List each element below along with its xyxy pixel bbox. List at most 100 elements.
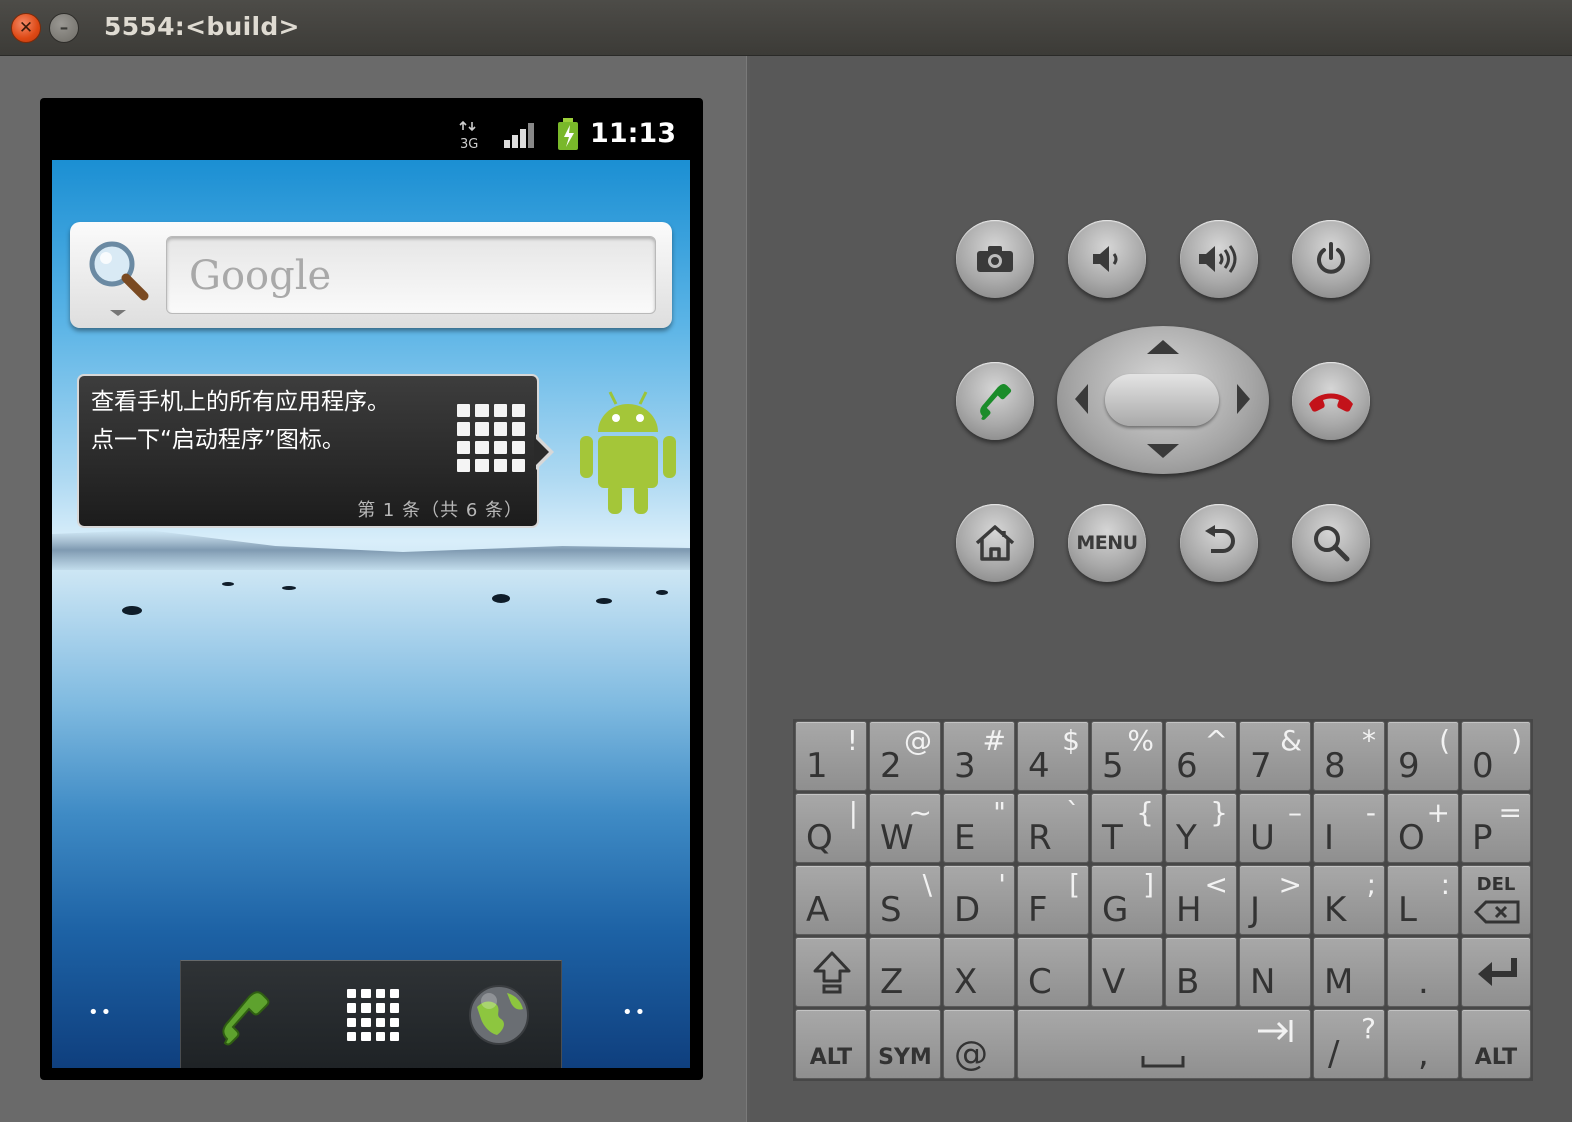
key-9[interactable]: 9( [1387,721,1459,791]
key-alt-right[interactable]: ALT [1461,1009,1531,1079]
key-slash[interactable]: /? [1313,1009,1385,1079]
status-time: 11:13 [590,118,676,149]
key-3[interactable]: 3 # [943,721,1015,791]
key-e[interactable]: E " [943,793,1015,863]
key-o[interactable]: O + [1387,793,1459,863]
page-indicator-right[interactable]: •• [622,1002,647,1023]
key-at[interactable]: @ [943,1009,1015,1079]
key-main-label: I [1324,818,1335,858]
menu-label: MENU [1076,532,1138,554]
home-screen[interactable]: Google 查看手机上的所有应用程序。 点一下“启动程序”图标。 第 1 条（… [52,160,690,1068]
wallpaper-mountains [52,530,690,570]
call-button[interactable] [956,362,1034,440]
key-m[interactable]: M [1313,937,1385,1007]
key-p[interactable]: P = [1461,793,1531,863]
key-k[interactable]: K; [1313,865,1385,935]
key-main-label: F [1028,890,1048,930]
key-u[interactable]: U – [1239,793,1311,863]
search-icon [1314,526,1350,562]
window-close-button[interactable]: ✕ [11,13,41,43]
home-button[interactable] [956,504,1034,582]
key-sym[interactable]: SYM [869,1009,941,1079]
key-main-label: G [1102,890,1129,930]
dpad[interactable] [1057,326,1269,474]
launcher-grid-icon[interactable] [347,989,399,1041]
end-call-button[interactable] [1292,362,1370,440]
key-alt-label: – [1288,796,1302,829]
key-main-label: 2 [880,746,902,786]
key-main-label: 8 [1324,746,1346,786]
back-button[interactable] [1180,504,1258,582]
key-r[interactable]: R ` [1017,793,1089,863]
key-j[interactable]: J > [1239,865,1311,935]
key-z[interactable]: Z [869,937,941,1007]
key-8[interactable]: 8 * [1313,721,1385,791]
home-icon [975,525,1015,561]
android-robot-icon[interactable] [576,386,680,516]
key-main-label: J [1250,890,1261,930]
key-n[interactable]: N [1239,937,1311,1007]
key-6[interactable]: 6 ^ [1165,721,1237,791]
key-main-label: 7 [1250,746,1272,786]
key-alt-label: ; [1366,868,1376,901]
key-h[interactable]: H < [1165,865,1237,935]
hint-page-count: 第 1 条（共 6 条） [357,500,523,521]
volume-up-button[interactable] [1180,220,1258,298]
key-enter[interactable] [1461,937,1531,1007]
battery-charging-icon [558,118,578,150]
magnifier-icon[interactable] [84,236,154,316]
key-2[interactable]: 2 @ [869,721,941,791]
key-q[interactable]: Q | [795,793,867,863]
key-g[interactable]: G] [1091,865,1163,935]
key-comma[interactable]: , [1387,1009,1459,1079]
power-button[interactable] [1292,220,1370,298]
key-4[interactable]: 4 $ [1017,721,1089,791]
menu-button[interactable]: MENU [1068,504,1146,582]
dpad-left-arrow[interactable] [1075,384,1088,414]
status-bar: 3G 11:13 [52,106,690,160]
key-s[interactable]: S \ [869,865,941,935]
wallpaper-rock [596,598,612,604]
key-alt-label: % [1127,724,1154,757]
search-button[interactable] [1292,504,1370,582]
volume-down-button[interactable] [1068,220,1146,298]
key-space[interactable] [1017,1009,1311,1079]
key-1[interactable]: 1! [795,721,867,791]
key-a[interactable]: A [795,865,867,935]
key-d[interactable]: D ' [943,865,1015,935]
key-period[interactable]: . [1387,937,1459,1007]
key-main-label: , [1418,1034,1429,1074]
dpad-right-arrow[interactable] [1237,384,1250,414]
browser-globe-icon[interactable] [467,983,531,1047]
camera-button[interactable] [956,220,1034,298]
key-0[interactable]: 0) [1461,721,1531,791]
page-indicator-left[interactable]: •• [88,1002,113,1023]
key-y[interactable]: Y} [1165,793,1237,863]
key-5[interactable]: 5% [1091,721,1163,791]
key-t[interactable]: T{ [1091,793,1163,863]
key-7[interactable]: 7 & [1239,721,1311,791]
key-b[interactable]: B [1165,937,1237,1007]
key-main-label: R [1028,818,1052,858]
dpad-down-arrow[interactable] [1147,444,1179,458]
key-c[interactable]: C [1017,937,1089,1007]
dpad-up-arrow[interactable] [1147,340,1179,354]
launcher-hint-bubble[interactable]: 查看手机上的所有应用程序。 点一下“启动程序”图标。 第 1 条（共 6 条） [77,374,539,528]
key-f[interactable]: F[ [1017,865,1089,935]
key-alt-left[interactable]: ALT [795,1009,867,1079]
google-search-widget[interactable]: Google [70,222,672,328]
key-v[interactable]: V [1091,937,1163,1007]
window-minimize-button[interactable]: – [49,13,79,43]
search-input[interactable]: Google [166,236,656,314]
key-del[interactable]: DEL [1461,865,1531,935]
key-main-label: H [1176,890,1202,930]
key-x[interactable]: X [943,937,1015,1007]
key-i[interactable]: I- [1313,793,1385,863]
phone-icon[interactable] [213,985,277,1049]
key-alt-label: | [848,796,858,829]
key-shift[interactable] [795,937,867,1007]
key-l[interactable]: L: [1387,865,1459,935]
key-w[interactable]: W ~ [869,793,941,863]
dpad-center-button[interactable] [1105,374,1219,426]
wallpaper-rock [122,606,142,615]
